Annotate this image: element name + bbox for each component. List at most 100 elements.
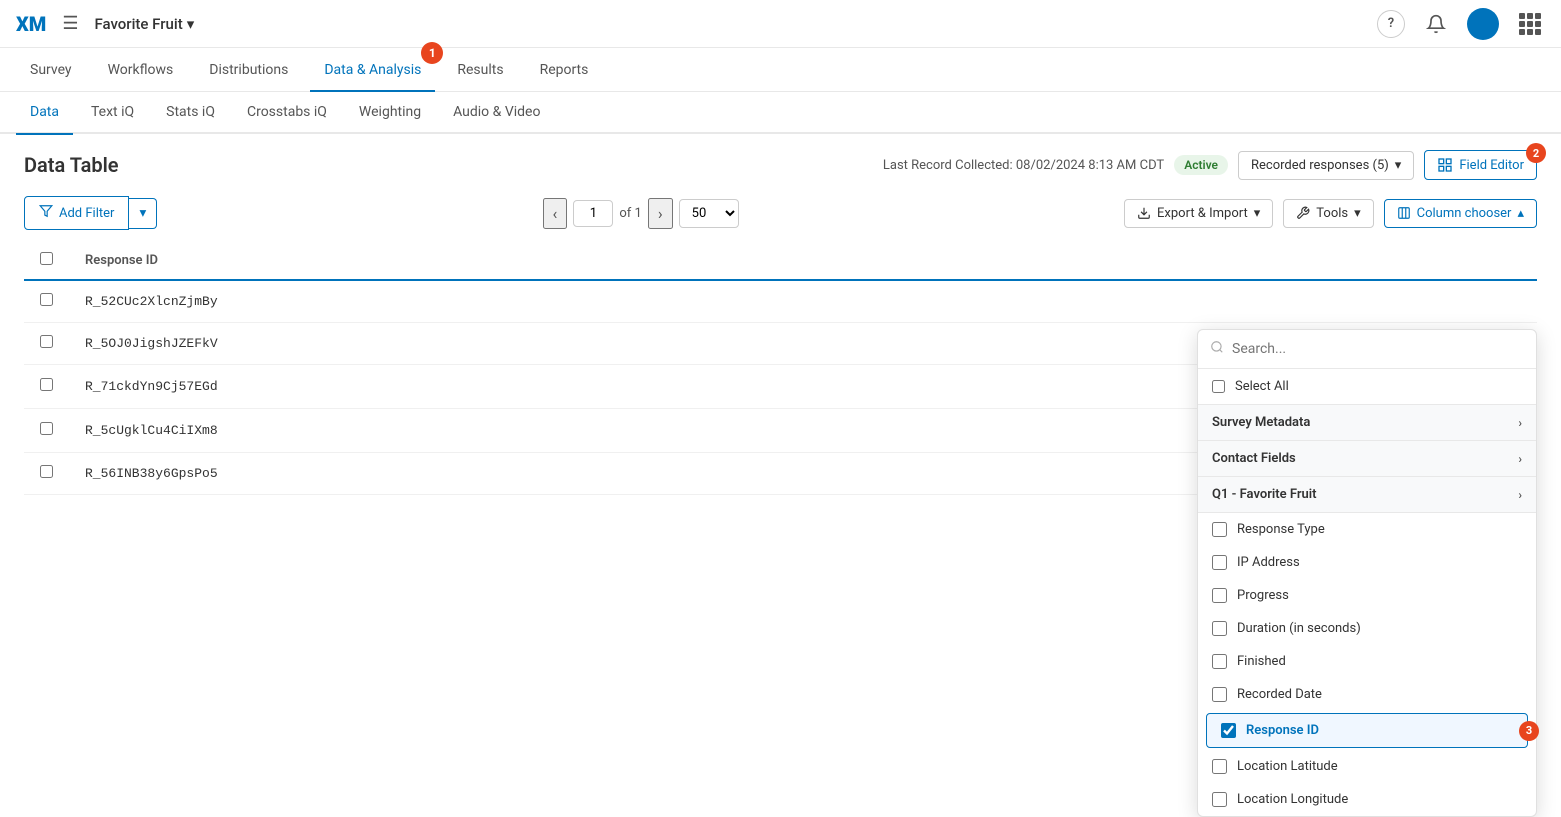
contact-fields-header[interactable]: Contact Fields ›: [1198, 441, 1536, 476]
recorded-responses-label: Recorded responses (5): [1251, 158, 1389, 173]
nav-tabs: Survey Workflows Distributions Data & An…: [0, 48, 1561, 92]
nav-tab-data-analysis[interactable]: Data & Analysis: [310, 48, 435, 92]
select-all-header[interactable]: [24, 242, 69, 280]
export-import-button[interactable]: Export & Import ▾: [1124, 199, 1273, 228]
pagination: ‹ 1 of 1 › 50 100 200: [543, 198, 739, 229]
panel-search-icon: [1210, 340, 1224, 358]
contact-fields-label: Contact Fields: [1212, 451, 1296, 466]
project-name[interactable]: Favorite Fruit ▾: [94, 15, 194, 33]
panel-item-response-id[interactable]: Response ID 3: [1206, 713, 1528, 748]
apps-grid-icon[interactable]: [1515, 9, 1545, 39]
avatar[interactable]: [1467, 8, 1499, 40]
q1-header[interactable]: Q1 - Favorite Fruit ›: [1198, 477, 1536, 512]
select-all-checkbox[interactable]: [40, 252, 53, 265]
page-input[interactable]: 1: [573, 200, 613, 227]
column-chooser-button[interactable]: Column chooser ▴: [1384, 199, 1537, 228]
column-chooser-chevron: ▴: [1517, 206, 1524, 221]
page-of: of 1: [619, 206, 641, 221]
hamburger-menu[interactable]: ☰: [62, 13, 78, 34]
nav-tab-reports[interactable]: Reports: [526, 48, 603, 92]
response-id-cell: R_52CUc2XlcnZjmBy: [69, 280, 1477, 323]
response-type-checkbox[interactable]: [1212, 522, 1227, 537]
xm-logo[interactable]: XM: [16, 12, 46, 36]
field-editor-button[interactable]: Field Editor 2: [1424, 150, 1537, 180]
panel-item-ip-address[interactable]: IP Address: [1198, 546, 1536, 579]
recorded-date-checkbox[interactable]: [1212, 687, 1227, 702]
notifications-icon[interactable]: [1421, 9, 1451, 39]
select-all-option[interactable]: Select All: [1198, 369, 1536, 405]
location-longitude-label: Location Longitude: [1237, 792, 1348, 807]
sub-tab-statsiq[interactable]: Stats iQ: [152, 91, 229, 133]
filter-arrow-button[interactable]: ▾: [129, 198, 157, 229]
panel-item-duration[interactable]: Duration (in seconds): [1198, 612, 1536, 645]
recorded-responses-button[interactable]: Recorded responses (5) ▾: [1238, 151, 1414, 180]
sub-tab-audio-video[interactable]: Audio & Video: [439, 91, 554, 133]
add-filter-label: Add Filter: [59, 206, 114, 221]
field-editor-label: Field Editor: [1459, 158, 1524, 173]
survey-metadata-section: Survey Metadata ›: [1198, 405, 1536, 441]
duration-checkbox[interactable]: [1212, 621, 1227, 636]
recorded-date-label: Recorded Date: [1237, 687, 1322, 702]
panel-item-location-latitude[interactable]: Location Latitude: [1198, 750, 1536, 783]
location-latitude-checkbox[interactable]: [1212, 759, 1227, 774]
row-checkbox[interactable]: [40, 465, 53, 478]
select-all-panel-checkbox[interactable]: [1212, 380, 1225, 393]
row-actions-header: [1477, 242, 1537, 280]
row-actions: [1477, 280, 1537, 323]
contact-fields-section: Contact Fields ›: [1198, 441, 1536, 477]
ip-address-checkbox[interactable]: [1212, 555, 1227, 570]
survey-metadata-header[interactable]: Survey Metadata ›: [1198, 405, 1536, 440]
row-checkbox[interactable]: [40, 422, 53, 435]
nav-tab-results[interactable]: Results: [443, 48, 517, 92]
toolbar: Add Filter ▾ ‹ 1 of 1 › 50 100 200 Expor…: [24, 196, 1537, 230]
duration-label: Duration (in seconds): [1237, 621, 1361, 636]
panel-item-recorded-date[interactable]: Recorded Date: [1198, 678, 1536, 711]
progress-checkbox[interactable]: [1212, 588, 1227, 603]
panel-search: [1198, 330, 1536, 369]
finished-label: Finished: [1237, 654, 1286, 669]
sub-tab-weighting[interactable]: Weighting: [345, 91, 435, 133]
response-id-badge: 3: [1519, 721, 1539, 741]
column-chooser-panel: Select All Survey Metadata › Contact Fie…: [1197, 329, 1537, 817]
sub-tab-textiq[interactable]: Text iQ: [77, 91, 148, 133]
nav-tab-workflows[interactable]: Workflows: [94, 48, 188, 92]
prev-page-button[interactable]: ‹: [543, 198, 568, 229]
table-row: R_52CUc2XlcnZjmBy: [24, 280, 1537, 323]
q1-section: Q1 - Favorite Fruit ›: [1198, 477, 1536, 512]
response-type-label: Response Type: [1237, 522, 1325, 537]
status-badge: Active: [1174, 155, 1228, 175]
tools-label: Tools: [1316, 206, 1348, 221]
panel-item-response-type[interactable]: Response Type: [1198, 513, 1536, 546]
tools-button[interactable]: Tools ▾: [1283, 199, 1373, 228]
row-checkbox[interactable]: [40, 293, 53, 306]
help-icon[interactable]: ?: [1377, 10, 1405, 38]
location-latitude-label: Location Latitude: [1237, 759, 1338, 774]
survey-metadata-label: Survey Metadata: [1212, 415, 1310, 430]
nav-tab-survey[interactable]: Survey: [16, 48, 86, 92]
add-filter-button[interactable]: Add Filter: [24, 196, 129, 230]
response-id-checkbox[interactable]: [1221, 723, 1236, 738]
progress-label: Progress: [1237, 588, 1289, 603]
field-editor-badge: 2: [1526, 143, 1546, 163]
select-all-label: Select All: [1235, 379, 1289, 394]
panel-item-location-longitude[interactable]: Location Longitude: [1198, 783, 1536, 816]
per-page-select[interactable]: 50 100 200: [679, 199, 739, 228]
next-page-button[interactable]: ›: [648, 198, 673, 229]
tools-chevron: ▾: [1354, 206, 1361, 221]
columns-icon: [1397, 206, 1411, 220]
panel-item-progress[interactable]: Progress: [1198, 579, 1536, 612]
finished-checkbox[interactable]: [1212, 654, 1227, 669]
field-editor-icon: [1437, 157, 1453, 173]
response-id-header: Response ID: [69, 242, 1477, 280]
sub-tab-crosstabs[interactable]: Crosstabs iQ: [233, 91, 341, 133]
panel-item-finished[interactable]: Finished: [1198, 645, 1536, 678]
row-checkbox[interactable]: [40, 335, 53, 348]
nav-badge-1: 1: [421, 42, 443, 64]
top-bar-left: XM ☰ Favorite Fruit ▾: [16, 12, 194, 36]
tools-icon: [1296, 206, 1310, 220]
row-checkbox[interactable]: [40, 378, 53, 391]
sub-tab-data[interactable]: Data: [16, 91, 73, 133]
column-search-input[interactable]: [1232, 341, 1524, 357]
nav-tab-distributions[interactable]: Distributions: [195, 48, 302, 92]
location-longitude-checkbox[interactable]: [1212, 792, 1227, 807]
